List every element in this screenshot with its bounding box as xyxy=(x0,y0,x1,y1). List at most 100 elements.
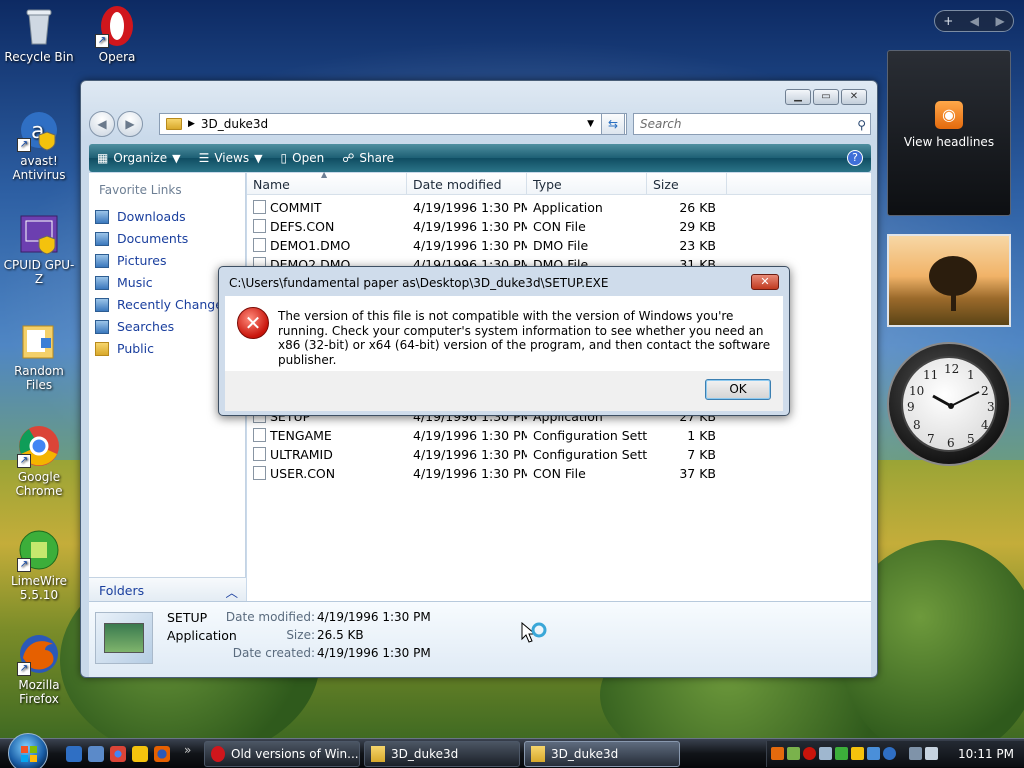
desktop-icon-avast[interactable]: a ↗ avast! Antivirus xyxy=(2,108,76,182)
address-path[interactable]: 3D_duke3d xyxy=(201,117,268,131)
opera-icon xyxy=(211,746,225,762)
file-size: 26 KB xyxy=(679,200,716,215)
desktop-icon-opera[interactable]: ↗ Opera xyxy=(80,4,154,64)
taskbar-item-explorer-active[interactable]: 3D_duke3d xyxy=(524,741,680,767)
details-name: SETUP xyxy=(167,610,208,625)
taskbar-item-label: 3D_duke3d xyxy=(551,747,619,761)
column-header-type[interactable]: Type xyxy=(527,173,647,194)
taskbar-clock[interactable]: 10:11 PM xyxy=(958,747,1014,761)
slideshow-gadget[interactable] xyxy=(887,234,1011,327)
ok-button[interactable]: OK xyxy=(705,379,771,400)
firefox-quicklaunch-icon[interactable] xyxy=(154,746,170,762)
desktop-icon-firefox[interactable]: ↗ Mozilla Firefox xyxy=(2,632,76,706)
folders-label: Folders xyxy=(99,583,145,598)
search-input[interactable]: Search ⚲ xyxy=(633,113,871,135)
searches-icon xyxy=(95,319,109,334)
search-icon[interactable]: ⚲ xyxy=(857,115,866,135)
folder-icon xyxy=(166,118,182,130)
maximize-button[interactable]: ▭ xyxy=(813,89,839,105)
refresh-button[interactable]: ⇆ xyxy=(601,113,625,135)
folders-toggle[interactable]: Folders ︿ xyxy=(89,577,246,601)
firefox-icon: ↗ xyxy=(17,632,61,676)
tree-image xyxy=(929,256,977,296)
desktop-icon-label: Recycle Bin xyxy=(4,50,74,64)
address-dropdown-icon[interactable]: ▼ xyxy=(587,119,594,129)
caption-buttons: ▁ ▭ ✕ xyxy=(785,89,867,105)
file-row[interactable]: COMMIT 4/19/1996 1:30 PM Application 26 … xyxy=(247,198,871,217)
taskbar-item-opera[interactable]: Old versions of Win... xyxy=(204,741,360,767)
next-icon[interactable]: ▶ xyxy=(996,14,1005,28)
size-value: 26.5 KB xyxy=(317,628,364,642)
desktop-icon-label: Opera xyxy=(98,50,136,64)
file-date: 4/19/1996 1:30 PM xyxy=(413,428,527,443)
sort-arrow-icon: ▲ xyxy=(321,170,328,179)
tray-icon[interactable] xyxy=(819,747,832,760)
file-size: 7 KB xyxy=(687,447,716,462)
nav-link-label: Public xyxy=(117,341,154,356)
desktop-icon-gpu-z[interactable]: CPUID GPU-Z xyxy=(2,212,76,286)
error-dialog[interactable]: C:\Users\fundamental paper as\Desktop\3D… xyxy=(218,266,790,416)
desktop-icon-label-line2: Antivirus xyxy=(12,168,66,182)
nav-link-label: Pictures xyxy=(117,253,167,268)
taskbar-item-label: 3D_duke3d xyxy=(391,747,459,761)
forward-button[interactable]: ▶ xyxy=(117,111,143,137)
desktop-icon-random-files[interactable]: Random Files xyxy=(2,318,76,392)
views-button[interactable]: ☰ Views ▼ xyxy=(199,151,263,165)
messenger-icon[interactable] xyxy=(132,746,148,762)
folder-icon xyxy=(371,746,385,762)
chrome-quicklaunch-icon[interactable] xyxy=(110,746,126,762)
clock-gadget[interactable]: 12 1 2 3 4 5 6 7 8 9 10 11 xyxy=(887,342,1011,466)
more-quicklaunch-icon[interactable]: » xyxy=(184,743,191,757)
start-button[interactable] xyxy=(8,733,48,768)
network-icon[interactable] xyxy=(909,747,922,760)
back-button[interactable]: ◀ xyxy=(89,111,115,137)
tray-icon[interactable] xyxy=(787,747,800,760)
date-created-value: 4/19/1996 1:30 PM xyxy=(317,646,431,660)
share-button[interactable]: ☍ Share xyxy=(342,151,394,165)
file-row[interactable]: USER.CON 4/19/1996 1:30 PM CON File 37 K… xyxy=(247,464,871,483)
tray-icon[interactable] xyxy=(867,747,880,760)
file-row[interactable]: TENGAME 4/19/1996 1:30 PM Configuration … xyxy=(247,426,871,445)
feed-headlines-gadget[interactable]: ◉ View headlines xyxy=(887,50,1011,216)
column-header-date[interactable]: Date modified xyxy=(407,173,527,194)
taskbar-item-label: Old versions of Win... xyxy=(231,747,359,761)
taskbar-item-explorer[interactable]: 3D_duke3d xyxy=(364,741,520,767)
tray-icon[interactable] xyxy=(803,747,816,760)
tray-icon[interactable] xyxy=(851,747,864,760)
chrome-icon: ↗ xyxy=(17,424,61,468)
minimize-button[interactable]: ▁ xyxy=(785,89,811,105)
dialog-footer: OK xyxy=(225,371,783,411)
view-headlines-label[interactable]: View headlines xyxy=(888,135,1010,149)
previous-icon[interactable]: ◀ xyxy=(970,14,979,28)
tray-icon[interactable] xyxy=(835,747,848,760)
switch-windows-icon[interactable] xyxy=(88,746,104,762)
file-row[interactable]: DEMO1.DMO 4/19/1996 1:30 PM DMO File 23 … xyxy=(247,236,871,255)
nav-link-documents[interactable]: Documents xyxy=(89,225,245,247)
help-icon[interactable]: ? xyxy=(847,150,863,166)
file-icon xyxy=(253,238,266,252)
volume-icon[interactable] xyxy=(925,747,938,760)
file-row[interactable]: DEFS.CON 4/19/1996 1:30 PM CON File 29 K… xyxy=(247,217,871,236)
add-gadget-icon[interactable]: + xyxy=(943,14,953,28)
shortcut-arrow-icon: ↗ xyxy=(95,34,109,48)
column-header-size[interactable]: Size xyxy=(647,173,727,194)
dialog-close-button[interactable]: ✕ xyxy=(751,274,779,290)
open-button[interactable]: ▯ Open xyxy=(281,151,325,165)
tray-icon[interactable] xyxy=(771,747,784,760)
column-header-name[interactable]: Name ▲ xyxy=(247,170,407,194)
show-desktop-icon[interactable] xyxy=(66,746,82,762)
tray-icon[interactable] xyxy=(883,747,896,760)
file-row[interactable]: ULTRAMID 4/19/1996 1:30 PM Configuration… xyxy=(247,445,871,464)
desktop-icon-recycle-bin[interactable]: Recycle Bin xyxy=(2,4,76,64)
file-type: CON File xyxy=(533,219,586,234)
organize-button[interactable]: ▦ Organize ▼ xyxy=(97,151,181,165)
file-name: USER.CON xyxy=(270,466,336,481)
nav-link-downloads[interactable]: Downloads xyxy=(89,203,245,225)
file-name: DEFS.CON xyxy=(270,219,335,234)
error-message: The version of this file is not compatib… xyxy=(278,309,771,367)
close-button[interactable]: ✕ xyxy=(841,89,867,105)
address-bar[interactable]: ▶ 3D_duke3d ▼ xyxy=(159,113,627,135)
desktop-icon-chrome[interactable]: ↗ Google Chrome xyxy=(2,424,76,498)
shortcut-arrow-icon: ↗ xyxy=(17,138,31,152)
desktop-icon-limewire[interactable]: ↗ LimeWire 5.5.10 xyxy=(2,528,76,602)
